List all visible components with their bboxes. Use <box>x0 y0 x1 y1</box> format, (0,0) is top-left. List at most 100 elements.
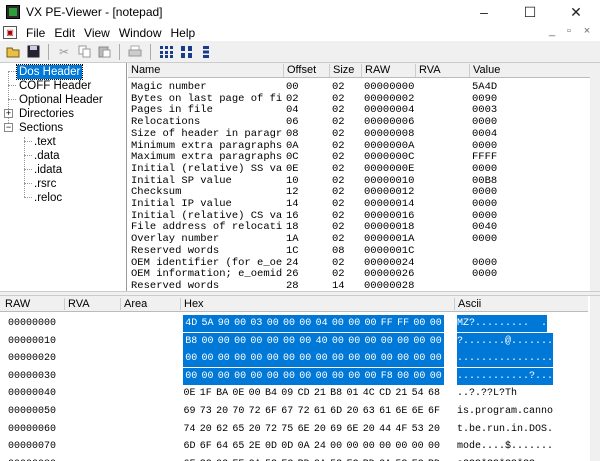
hex-byte[interactable]: FF <box>378 315 395 332</box>
grid-row[interactable]: Initial (relative) CS value16 02 00000016 0… <box>128 210 590 222</box>
hex-byte[interactable]: 20 <box>362 421 375 438</box>
hex-byte[interactable]: 6E <box>346 421 359 438</box>
hex-byte[interactable]: 00 <box>199 367 216 385</box>
hex-byte[interactable]: 6E <box>411 403 424 420</box>
grid-row[interactable]: Relocations 06 02 00000006 0000 <box>128 116 590 128</box>
hex-byte[interactable]: 00 <box>394 367 412 385</box>
hex-byte[interactable]: 00 <box>248 350 265 368</box>
column-header-value[interactable]: Value <box>469 64 590 77</box>
grid-row[interactable]: Pages in file 04 02 00000004 0003 <box>128 104 590 116</box>
hex-byte[interactable]: 00 <box>362 350 379 368</box>
hex-byte[interactable]: B8 <box>330 385 343 402</box>
hex-byte[interactable]: 00 <box>329 350 347 368</box>
copy-icon[interactable] <box>74 43 94 61</box>
hex-byte[interactable]: 09 <box>281 385 294 402</box>
collapse-icon[interactable]: − <box>4 123 13 132</box>
hex-byte[interactable]: 0D <box>265 438 278 455</box>
hex-byte[interactable]: 20 <box>216 403 229 420</box>
hex-byte[interactable]: 00 <box>297 350 314 368</box>
hex-byte[interactable]: 74 <box>183 421 196 438</box>
save-icon[interactable] <box>23 43 43 61</box>
hex-byte[interactable]: 54 <box>411 385 424 402</box>
hex-row-ascii[interactable]: ............?... <box>457 367 554 385</box>
hex-byte[interactable]: 53 <box>395 456 408 461</box>
hex-byte[interactable]: 72 <box>248 403 261 420</box>
hex-byte[interactable]: 2E <box>248 438 261 455</box>
hex-byte[interactable]: 0E <box>232 385 245 402</box>
hex-row[interactable]: 00000060 74 20 62 65 20 72 75 6E 20 69 6E 20 44 4F 53 20… <box>0 421 588 438</box>
hex-byte[interactable]: 00 <box>215 367 232 385</box>
hex-row[interactable]: 000000806F3292FE2A53FCBD2A53FCBD2A53FCBD… <box>0 456 588 461</box>
hex-byte[interactable]: 00 <box>248 332 265 350</box>
hex-byte[interactable]: 62 <box>216 421 229 438</box>
hex-byte[interactable]: 00 <box>297 367 314 385</box>
hex-row[interactable]: 00000040 0E 1F BA 0E 00 B4 09 CD 21 B8 01 4C CD 21 54 68… <box>0 385 588 402</box>
hex-byte[interactable]: 65 <box>232 438 245 455</box>
hex-byte[interactable]: 00 <box>346 350 363 368</box>
hex-byte[interactable]: 4F <box>395 421 408 438</box>
hex-byte[interactable]: 00 <box>231 315 249 332</box>
hex-byte[interactable]: 00 <box>427 315 444 332</box>
hex-row-ascii[interactable]: MZ?......... . <box>457 315 548 332</box>
hex-byte[interactable]: 72 <box>297 403 310 420</box>
hex-byte[interactable]: 00 <box>395 438 408 455</box>
column-header-rva[interactable]: RVA <box>415 64 469 77</box>
hex-byte[interactable]: 00 <box>313 367 330 385</box>
mdi-restore-button[interactable]: ▫ <box>562 25 576 37</box>
hex-row-ascii[interactable]: t.be.run.in.DOS. <box>457 421 553 438</box>
hex-byte[interactable]: 00 <box>362 438 375 455</box>
hex-row-ascii[interactable]: mode....$....... <box>457 438 553 455</box>
hex-byte[interactable]: 0E <box>183 385 196 402</box>
hex-byte[interactable]: 0A <box>297 438 310 455</box>
hex-byte[interactable]: 00 <box>427 367 444 385</box>
hex-byte[interactable]: 00 <box>280 367 298 385</box>
print-icon[interactable] <box>125 43 145 61</box>
hex-row[interactable]: 00000050 69 73 20 70 72 6F 67 72 61 6D 20 63 61 6E 6E 6F… <box>0 403 588 420</box>
hex-byte[interactable]: 00 <box>378 332 395 350</box>
hex-byte[interactable]: 00 <box>264 350 281 368</box>
hex-byte[interactable]: 2A <box>379 456 392 461</box>
hex-byte[interactable]: 00 <box>427 332 444 350</box>
hex-byte[interactable]: 4D <box>183 315 200 332</box>
mdi-minimize-button[interactable]: _ <box>545 25 559 37</box>
hex-byte[interactable]: 00 <box>330 438 343 455</box>
hex-byte[interactable]: 00 <box>329 332 347 350</box>
tree-item-section-text[interactable]: .text <box>34 135 56 149</box>
hex-byte[interactable]: 53 <box>330 456 343 461</box>
hex-byte[interactable]: 00 <box>346 315 363 332</box>
hex-byte[interactable]: 67 <box>281 403 294 420</box>
hex-column-raw[interactable]: RAW <box>2 298 64 310</box>
hex-byte[interactable]: 63 <box>362 403 375 420</box>
hex-byte[interactable]: B4 <box>265 385 278 402</box>
hex-byte[interactable]: BD <box>362 456 375 461</box>
grid-row[interactable]: Initial SP value 10 02 00000010 00B8 <box>128 175 590 187</box>
document-system-icon[interactable]: ▣ <box>3 26 17 39</box>
hex-byte[interactable]: 00 <box>411 350 428 368</box>
hex-column-ascii[interactable]: Ascii <box>454 298 564 310</box>
hex-row-ascii[interactable]: ................ <box>457 350 554 368</box>
hex-byte[interactable]: 00 <box>394 350 412 368</box>
column-header-size[interactable]: Size <box>329 64 361 77</box>
tree-item-section-idata[interactable]: .idata <box>34 163 62 177</box>
large-icons-view-icon[interactable] <box>156 43 176 61</box>
hex-byte[interactable]: 73 <box>199 403 212 420</box>
hex-byte[interactable]: 2A <box>313 456 326 461</box>
hex-byte[interactable]: 20 <box>313 421 326 438</box>
hex-byte[interactable]: 00 <box>362 332 379 350</box>
hex-byte[interactable]: 00 <box>199 332 216 350</box>
grid-row[interactable]: Size of header in paragr...08 02 00000008 0… <box>128 128 590 140</box>
tree-item-sections[interactable]: Sections <box>19 121 63 135</box>
hex-byte[interactable]: 40 <box>313 332 330 350</box>
hex-byte[interactable]: 00 <box>297 315 314 332</box>
hex-byte[interactable]: 2A <box>248 456 261 461</box>
hex-byte[interactable]: 44 <box>379 421 392 438</box>
hex-byte[interactable]: 00 <box>248 385 261 402</box>
hex-vertical-scrollbar[interactable] <box>590 296 600 461</box>
hex-byte[interactable]: 00 <box>264 315 281 332</box>
hex-byte[interactable]: 65 <box>232 421 245 438</box>
grid-row[interactable]: OEM information; e_oemid...26 02 00000026 0… <box>128 268 590 280</box>
hex-byte[interactable]: 00 <box>346 367 363 385</box>
hex-byte[interactable]: 64 <box>216 438 229 455</box>
hex-byte[interactable]: B8 <box>183 332 200 350</box>
hex-byte[interactable]: 00 <box>231 332 249 350</box>
